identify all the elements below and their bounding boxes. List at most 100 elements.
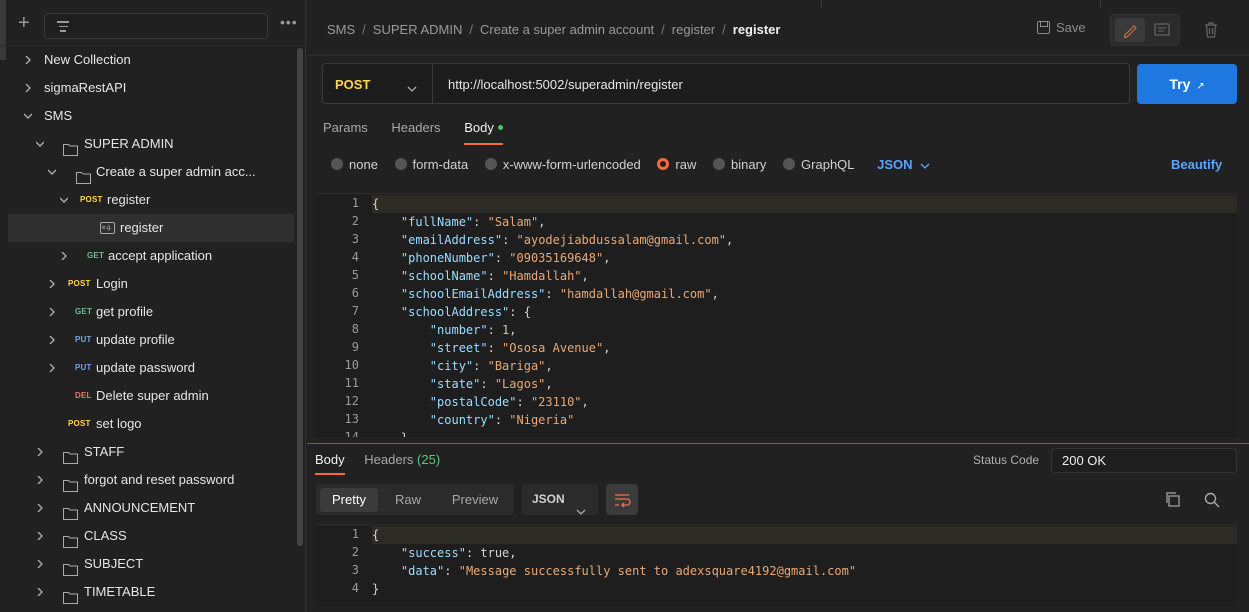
tab-body-label: Body <box>464 120 494 135</box>
folder-icon <box>63 502 78 520</box>
body-type-urlencoded[interactable]: x-www-form-urlencoded <box>484 157 641 172</box>
chevron-right-icon[interactable] <box>60 252 68 260</box>
view-pretty[interactable]: Pretty <box>320 488 378 512</box>
url-input[interactable]: http://localhost:5002/superadmin/registe… <box>448 77 683 92</box>
chevron-down-icon[interactable] <box>48 168 56 176</box>
docs-mode-button[interactable] <box>1147 18 1177 42</box>
line-gutter: 1 2 3 4 <box>315 525 365 606</box>
edit-mode-button[interactable] <box>1115 18 1145 42</box>
tree-item-sigmarestapi[interactable]: sigmaRestAPI <box>8 74 294 102</box>
folder-icon <box>76 166 91 184</box>
tree-item-label: SUPER ADMIN <box>84 136 174 151</box>
tree-item-forgot-reset-password[interactable]: forgot and reset password <box>8 466 294 494</box>
breadcrumb-separator: / <box>661 22 665 37</box>
request-tabs: Params Headers Body <box>323 120 523 146</box>
tree-item-create-super-admin[interactable]: Create a super admin acc... <box>8 158 294 186</box>
body-type-form-data[interactable]: form-data <box>394 157 468 172</box>
view-toggle <box>1110 14 1180 46</box>
method-select[interactable]: POST <box>323 64 433 103</box>
chevron-right-icon[interactable] <box>36 448 44 456</box>
try-button[interactable]: Try ↗ <box>1137 64 1237 104</box>
breadcrumb-current[interactable]: register <box>733 22 781 37</box>
body-type-graphql[interactable]: GraphQL <box>783 157 855 172</box>
sidebar-scrollbar[interactable] <box>297 48 303 546</box>
method-badge: GET <box>87 251 105 260</box>
try-label: Try <box>1169 76 1191 92</box>
body-type-binary[interactable]: binary <box>713 157 766 172</box>
code-line: "schoolAddress": { <box>400 305 531 319</box>
collection-tree: New Collection sigmaRestAPI SMS SUPER AD… <box>8 46 294 606</box>
tree-item-class[interactable]: CLASS <box>8 522 294 550</box>
pane-resize-handle[interactable] <box>307 443 1249 444</box>
tree-item-register-example[interactable]: register <box>8 214 294 242</box>
trash-icon[interactable] <box>1204 22 1218 38</box>
chevron-down-icon[interactable] <box>60 196 68 204</box>
tree-item-subject[interactable]: SUBJECT <box>8 550 294 578</box>
chevron-right-icon[interactable] <box>48 364 56 372</box>
more-options-icon[interactable]: ••• <box>280 15 298 29</box>
chevron-right-icon[interactable] <box>48 280 56 288</box>
tree-item-sms[interactable]: SMS <box>8 102 294 130</box>
chevron-right-icon[interactable] <box>36 532 44 540</box>
tree-item-update-profile[interactable]: PUT update profile <box>8 326 294 354</box>
breadcrumb-item[interactable]: SMS <box>327 22 355 37</box>
body-type-none[interactable]: none <box>331 157 378 172</box>
save-button[interactable]: Save <box>1037 20 1086 35</box>
tree-item-set-logo[interactable]: POST set logo <box>8 410 294 438</box>
tree-item-update-password[interactable]: PUT update password <box>8 354 294 382</box>
wrap-lines-button[interactable] <box>606 484 638 515</box>
tree-item-super-admin[interactable]: SUPER ADMIN <box>8 130 294 158</box>
beautify-button[interactable]: Beautify <box>1171 157 1222 172</box>
chevron-right-icon[interactable] <box>36 588 44 596</box>
status-code-value: 200 OK <box>1051 448 1237 473</box>
chevron-down-icon[interactable] <box>24 112 32 120</box>
chevron-right-icon[interactable] <box>36 476 44 484</box>
sidebar-toolbar: + ••• <box>0 0 306 46</box>
line-number: 4 <box>351 581 359 595</box>
raw-format-select[interactable]: JSON <box>877 157 930 172</box>
tree-item-staff[interactable]: STAFF <box>8 438 294 466</box>
breadcrumb-item[interactable]: Create a super admin account <box>480 22 654 37</box>
chevron-right-icon[interactable] <box>36 560 44 568</box>
tree-item-label: SMS <box>44 108 73 123</box>
sidebar-filter-input[interactable] <box>44 13 268 39</box>
response-format-select[interactable]: JSON <box>522 484 598 515</box>
tree-item-accept-application[interactable]: GET accept application <box>8 242 294 270</box>
chevron-down-icon[interactable] <box>36 140 44 148</box>
tab-response-body[interactable]: Body <box>315 452 345 475</box>
tree-item-label: set logo <box>96 416 142 431</box>
breadcrumb-item[interactable]: SUPER ADMIN <box>373 22 463 37</box>
body-type-raw[interactable]: raw <box>657 157 696 172</box>
copy-icon[interactable] <box>1165 492 1180 507</box>
chevron-right-icon[interactable] <box>48 336 56 344</box>
tree-item-register-request[interactable]: POST register <box>8 186 294 214</box>
search-icon[interactable] <box>1204 492 1220 508</box>
view-preview[interactable]: Preview <box>440 488 510 512</box>
breadcrumb-separator: / <box>362 22 366 37</box>
tree-item-login[interactable]: POST Login <box>8 270 294 298</box>
add-icon[interactable]: + <box>18 13 34 33</box>
tree-item-announcement[interactable]: ANNOUNCEMENT <box>8 494 294 522</box>
tree-item-label: SUBJECT <box>84 556 144 571</box>
app-window: + ••• New Collection sigmaRestAPI SMS SU… <box>0 0 1249 612</box>
method-badge: GET <box>75 307 93 316</box>
tab-response-headers[interactable]: Headers (25) <box>364 452 440 473</box>
chevron-right-icon[interactable] <box>24 84 32 92</box>
tree-item-delete-super-admin[interactable]: DEL Delete super admin <box>8 382 294 410</box>
tree-item-get-profile[interactable]: GET get profile <box>8 298 294 326</box>
response-body-viewer[interactable]: 1 2 3 4 { "success": true, "data": "Mess… <box>315 524 1237 606</box>
tab-headers[interactable]: Headers <box>391 120 440 143</box>
request-body-editor[interactable]: 1 2 3 4 5 6 7 8 9 10 11 12 13 14 { "full… <box>315 193 1237 437</box>
chevron-right-icon[interactable] <box>48 308 56 316</box>
tree-item-new-collection[interactable]: New Collection <box>8 46 294 74</box>
sidebar: + ••• New Collection sigmaRestAPI SMS SU… <box>0 0 306 612</box>
folder-icon <box>63 446 78 464</box>
breadcrumb-item[interactable]: register <box>672 22 715 37</box>
tab-params[interactable]: Params <box>323 120 368 143</box>
tree-item-timetable[interactable]: TIMETABLE <box>8 578 294 606</box>
chevron-right-icon[interactable] <box>24 56 32 64</box>
radio-icon <box>484 158 497 170</box>
view-raw[interactable]: Raw <box>386 488 430 512</box>
tab-body[interactable]: Body <box>464 120 503 145</box>
chevron-right-icon[interactable] <box>36 504 44 512</box>
